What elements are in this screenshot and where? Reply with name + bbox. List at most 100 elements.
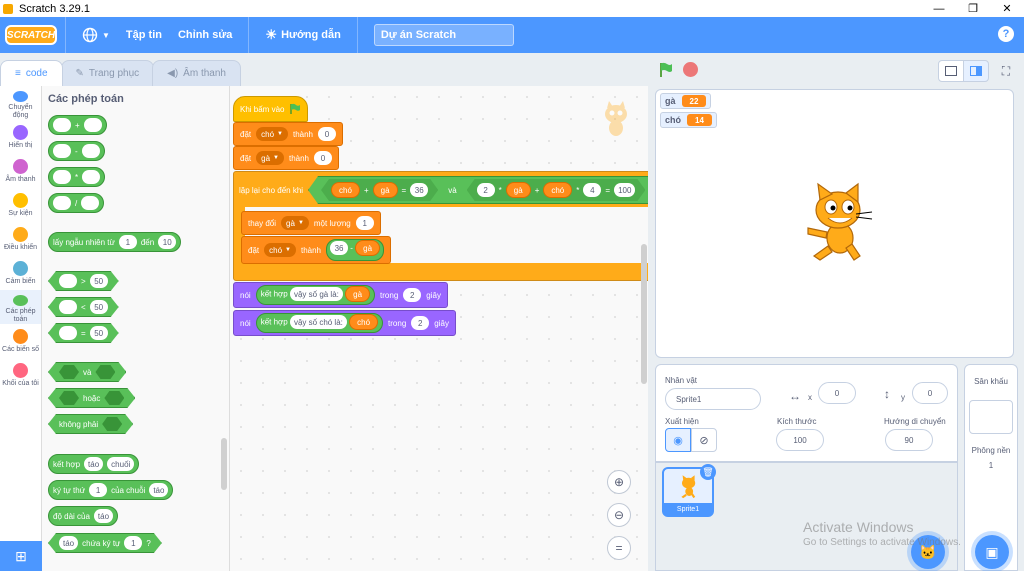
slot[interactable] — [53, 196, 71, 210]
and-block[interactable]: và — [48, 362, 126, 382]
slot[interactable]: 50 — [90, 326, 108, 340]
slot[interactable]: 1 — [118, 235, 137, 249]
stop-button[interactable] — [683, 62, 698, 77]
file-menu[interactable]: Tập tin — [118, 29, 170, 41]
variable-reporter[interactable]: gà — [373, 182, 398, 198]
small-stage-button[interactable] — [938, 60, 964, 82]
maximize-button[interactable]: ❐ — [956, 0, 990, 17]
category-events[interactable]: Sự kiện — [0, 188, 41, 222]
slot[interactable] — [53, 170, 71, 184]
slot[interactable]: 2 — [411, 316, 430, 330]
variable-dropdown[interactable]: gà ▼ — [281, 216, 309, 230]
x-input[interactable]: 0 — [818, 382, 856, 404]
bool-slot[interactable] — [59, 365, 79, 379]
slot[interactable]: 36 — [410, 183, 428, 197]
palette-scrollbar[interactable] — [221, 438, 227, 490]
equals-condition-block[interactable]: chó + gà = 36 — [321, 179, 438, 201]
tutorials-menu[interactable]: ☀ Hướng dẫn — [257, 27, 348, 43]
script-workspace[interactable]: Khi bấm vào đặt chó ▼ thành 0 đặt gà ▼ thà… — [230, 86, 648, 571]
stage[interactable]: gà 22 chó 14 — [655, 89, 1014, 358]
zoom-out-button[interactable]: ⊖ — [607, 503, 631, 527]
less-than-block[interactable]: <50 — [48, 297, 119, 317]
slot[interactable]: 0 — [314, 151, 333, 165]
slot[interactable] — [82, 170, 101, 184]
slot[interactable] — [59, 326, 77, 340]
category-sound[interactable]: Âm thanh — [0, 154, 41, 188]
add-backdrop-button[interactable]: ▣ — [975, 535, 1009, 569]
slot[interactable]: vậy số gà là: — [289, 287, 343, 301]
multiply-block[interactable]: * — [48, 167, 106, 187]
letter-of-block[interactable]: ký tự thứ 1 của chuỗi táo — [48, 480, 174, 500]
and-condition-block[interactable]: chó + gà = 36 và 2 * gà + chó * 4 = 100 — [308, 176, 648, 204]
slot[interactable]: 2 — [477, 183, 495, 197]
slot[interactable]: 100 — [614, 183, 635, 197]
language-menu[interactable]: ▼ — [74, 27, 118, 43]
slot[interactable]: 50 — [90, 274, 108, 288]
bool-slot[interactable] — [104, 391, 124, 405]
add-block[interactable]: + — [48, 115, 107, 135]
green-flag-button[interactable] — [659, 62, 673, 78]
direction-input[interactable]: 90 — [885, 429, 933, 451]
slot[interactable]: chuối — [107, 457, 135, 471]
slot[interactable] — [81, 144, 100, 158]
category-operators[interactable]: Các phép toán — [0, 290, 41, 324]
change-variable-block[interactable]: thay đổi gà ▼ một lượng 1 — [241, 211, 381, 235]
slot[interactable]: 1 — [124, 536, 142, 550]
variable-monitor[interactable]: gà 22 — [660, 93, 712, 109]
or-block[interactable]: hoặc — [48, 388, 135, 408]
category-my-blocks[interactable]: Khối của tôi — [0, 358, 41, 392]
set-variable-block[interactable]: đặt chó ▼ thành 0 — [233, 122, 344, 146]
category-variables[interactable]: Các biến số — [0, 324, 41, 358]
project-title-input[interactable] — [373, 24, 514, 46]
variable-reporter[interactable]: chó — [349, 314, 379, 330]
delete-sprite-button[interactable]: 🗑 — [700, 464, 716, 480]
slot[interactable]: 4 — [583, 183, 601, 197]
help-icon[interactable]: ? — [998, 26, 1014, 42]
zoom-in-button[interactable]: ⊕ — [607, 470, 631, 494]
category-control[interactable]: Điều khiển — [0, 222, 41, 256]
slot[interactable]: táo — [93, 509, 114, 523]
join-block[interactable]: kết hợp táo chuối — [48, 454, 140, 474]
slot[interactable] — [81, 196, 100, 210]
equals-block[interactable]: = 50 — [48, 323, 119, 343]
say-for-secs-block[interactable]: nói kết hợp vậy số chó là: chó trong 2 g… — [233, 310, 456, 336]
slot[interactable] — [53, 144, 71, 158]
random-block[interactable]: lấy ngẫu nhiên từ 1 đến 10 — [48, 232, 182, 252]
slot[interactable]: vậy số chó là: — [289, 315, 347, 329]
backdrop-thumbnail[interactable] — [969, 400, 1013, 434]
set-variable-block[interactable]: đặt gà ▼ thành 0 — [233, 146, 340, 170]
slot[interactable] — [59, 300, 77, 314]
bool-slot[interactable] — [102, 417, 122, 431]
tab-costumes[interactable]: ✎ Trang phục — [60, 60, 155, 86]
equals-condition-block[interactable]: 2 * gà + chó * 4 = 100 — [467, 179, 646, 201]
variable-monitor[interactable]: chó 14 — [660, 112, 717, 128]
workspace-scrollbar[interactable] — [641, 244, 647, 384]
zoom-reset-button[interactable]: = — [607, 536, 631, 560]
slot[interactable]: 1 — [89, 483, 108, 497]
category-motion[interactable]: Chuyển động — [0, 86, 41, 120]
slot[interactable] — [53, 118, 71, 132]
subtract-reporter[interactable]: 36 - gà — [326, 239, 385, 261]
join-reporter[interactable]: kết hợp vậy số chó là: chó — [255, 313, 384, 333]
say-for-secs-block[interactable]: nói kết hợp vậy số gà là: gà trong 2 giâ… — [233, 282, 448, 308]
slot[interactable]: 10 — [158, 235, 177, 249]
bool-slot[interactable] — [95, 365, 115, 379]
variable-reporter[interactable]: gà — [355, 240, 381, 256]
when-flag-clicked-block[interactable]: Khi bấm vào — [233, 96, 309, 122]
divide-block[interactable]: / — [48, 193, 105, 213]
size-input[interactable]: 100 — [776, 429, 824, 451]
close-button[interactable]: ✕ — [990, 0, 1024, 17]
tab-sounds[interactable]: ◀) Âm thanh — [152, 60, 241, 86]
slot[interactable] — [59, 274, 77, 288]
category-looks[interactable]: Hiển thị — [0, 120, 41, 154]
y-input[interactable]: 0 — [912, 382, 948, 404]
bool-slot[interactable] — [59, 391, 79, 405]
add-extension-button[interactable]: ⊞ — [0, 541, 42, 571]
fullscreen-button[interactable]: ⛶ — [993, 60, 1019, 82]
edit-menu[interactable]: Chỉnh sửa — [170, 29, 240, 41]
variable-reporter[interactable]: gà — [345, 286, 371, 302]
variable-reporter[interactable]: chó — [331, 182, 360, 198]
slot[interactable]: 1 — [355, 216, 374, 230]
variable-dropdown[interactable]: gà ▼ — [256, 151, 284, 165]
slot[interactable]: 36 — [330, 241, 349, 255]
